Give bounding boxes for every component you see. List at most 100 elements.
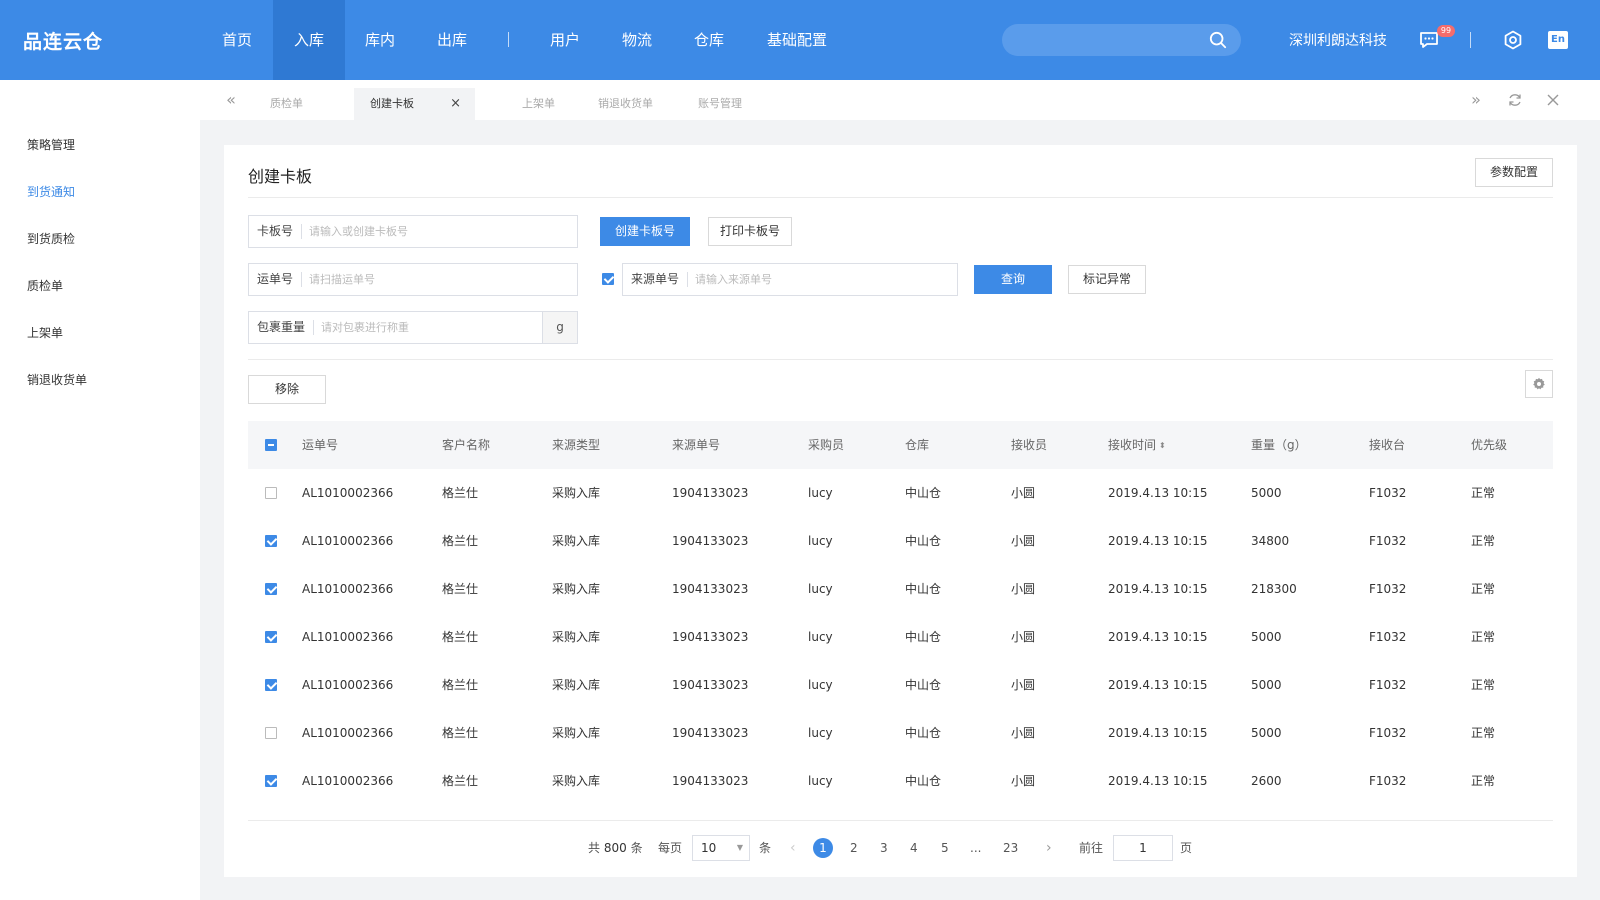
per-page-select[interactable]: 10 ▼	[692, 835, 750, 861]
waybill-field: 运单号	[248, 263, 578, 296]
customer-cell: 格兰仕	[442, 486, 479, 500]
row-checkbox[interactable]	[265, 487, 277, 499]
waybill-cell: AL1010002366	[302, 726, 394, 740]
remove-button[interactable]: 移除	[248, 375, 326, 404]
mark-exception-button[interactable]: 标记异常	[1068, 265, 1146, 294]
tab-create-pallet[interactable]: 创建卡板 ×	[354, 88, 475, 120]
column-settings-button[interactable]	[1525, 370, 1553, 398]
sidebar-item-qc-order[interactable]: 质检单	[27, 277, 63, 294]
tab-close-icon[interactable]: ×	[450, 88, 461, 120]
table-row[interactable]: AL1010002366 格兰仕 采购入库 1904133023 lucy 中山仓 小圆 20…	[248, 757, 1553, 805]
station-cell: F1032	[1369, 726, 1407, 740]
language-toggle-button[interactable]: En	[1548, 31, 1568, 49]
weight-input[interactable]	[321, 312, 531, 343]
table-row[interactable]: AL1010002366 格兰仕 采购入库 1904133023 lucy 中山仓 小圆 20…	[248, 469, 1553, 517]
page-2[interactable]: 2	[850, 835, 858, 861]
tabs-bar: « 质检单 创建卡板 × 上架单 销退收货单 账号管理 »	[200, 80, 1600, 120]
goto-page-input[interactable]: 1	[1113, 835, 1173, 861]
pallet-input[interactable]	[309, 216, 569, 247]
receiver-cell: 小圆	[1011, 630, 1036, 644]
customer-cell: 格兰仕	[442, 774, 479, 788]
source-order-input[interactable]	[695, 264, 950, 295]
page-5[interactable]: 5	[941, 835, 949, 861]
nav-logistics[interactable]: 物流	[609, 0, 665, 80]
station-cell: F1032	[1369, 774, 1407, 788]
page-3[interactable]: 3	[880, 835, 888, 861]
nav-users[interactable]: 用户	[537, 0, 593, 80]
refresh-icon[interactable]	[1507, 92, 1523, 108]
nav-inbound[interactable]: 入库	[273, 0, 345, 80]
station-cell: F1032	[1369, 534, 1407, 548]
source-order-checkbox[interactable]	[602, 273, 614, 285]
print-pallet-button[interactable]: 打印卡板号	[708, 217, 792, 246]
table-row[interactable]: AL1010002366 格兰仕 采购入库 1904133023 lucy 中山仓 小圆 20…	[248, 565, 1553, 613]
sidebar-item-arrival-notice[interactable]: 到货通知	[27, 183, 75, 200]
nav-basic-config[interactable]: 基础配置	[760, 0, 834, 80]
table-row[interactable]: AL1010002366 格兰仕 采购入库 1904133023 lucy 中山仓 小圆 20…	[248, 709, 1553, 757]
tabs-scroll-right-icon[interactable]: »	[1468, 92, 1484, 108]
nav-outbound[interactable]: 出库	[424, 0, 480, 80]
row-checkbox[interactable]	[265, 535, 277, 547]
warehouse-cell: 中山仓	[905, 582, 942, 596]
receive-time-cell: 2019.4.13 10:15	[1108, 582, 1208, 596]
row-checkbox[interactable]	[265, 583, 277, 595]
sidebar-item-strategy[interactable]: 策略管理	[27, 136, 75, 153]
row-checkbox[interactable]	[265, 775, 277, 787]
table-row[interactable]: AL1010002366 格兰仕 采购入库 1904133023 lucy 中山仓 小圆 20…	[248, 517, 1553, 565]
buyer-cell: lucy	[808, 678, 833, 692]
tab-qc-order[interactable]: 质检单	[270, 88, 303, 120]
page-4[interactable]: 4	[910, 835, 918, 861]
column-header-label: 接收时间	[1108, 438, 1157, 452]
tab-putaway[interactable]: 上架单	[522, 88, 555, 120]
warehouse-cell: 中山仓	[905, 726, 942, 740]
page-1[interactable]: 1	[813, 838, 833, 858]
create-pallet-button[interactable]: 创建卡板号	[600, 217, 690, 246]
close-all-icon[interactable]	[1545, 92, 1561, 108]
page-ellipsis[interactable]: ...	[970, 835, 981, 861]
sidebar-item-putaway[interactable]: 上架单	[27, 324, 63, 341]
row-checkbox[interactable]	[265, 679, 277, 691]
tab-account-management[interactable]: 账号管理	[698, 88, 742, 120]
select-all-checkbox[interactable]	[265, 439, 277, 451]
page-23[interactable]: 23	[1003, 835, 1018, 861]
tab-return-receipt[interactable]: 销退收货单	[598, 88, 653, 120]
settings-icon[interactable]	[1502, 29, 1524, 51]
search-icon[interactable]	[1209, 31, 1227, 49]
global-search[interactable]	[1002, 24, 1241, 56]
topbar-divider	[1470, 32, 1471, 48]
total-value: 800	[603, 841, 627, 855]
warehouse-cell: 中山仓	[905, 774, 942, 788]
table-row[interactable]: AL1010002366 格兰仕 采购入库 1904133023 lucy 中山仓 小圆 20…	[248, 613, 1553, 661]
receive-time-cell: 2019.4.13 10:15	[1108, 774, 1208, 788]
next-page-icon[interactable]: ›	[1046, 835, 1052, 861]
nav-home[interactable]: 首页	[209, 0, 265, 80]
company-name[interactable]: 深圳利朗达科技	[1289, 30, 1387, 50]
message-count-badge: 99	[1437, 25, 1455, 37]
app-logo[interactable]: 品连云仓	[23, 27, 103, 54]
tabs-scroll-left-icon[interactable]: «	[223, 92, 239, 108]
weight-cell: 34800	[1251, 534, 1290, 548]
nav-in-warehouse[interactable]: 库内	[352, 0, 408, 80]
param-config-button[interactable]: 参数配置	[1475, 158, 1553, 187]
waybill-input[interactable]	[309, 264, 569, 295]
nav-divider	[508, 32, 509, 47]
prev-page-icon[interactable]: ‹	[790, 835, 796, 861]
query-button[interactable]: 查询	[974, 265, 1052, 294]
warehouse-cell: 中山仓	[905, 630, 942, 644]
row-checkbox[interactable]	[265, 631, 277, 643]
filter-divider	[248, 359, 1553, 360]
sidebar-item-return-receipt[interactable]: 销退收货单	[27, 371, 87, 388]
source-type-cell: 采购入库	[552, 534, 601, 548]
search-input[interactable]	[1016, 24, 1196, 56]
row-checkbox[interactable]	[265, 727, 277, 739]
sidebar-item-arrival-qc[interactable]: 到货质检	[27, 230, 75, 247]
per-page-label: 每页	[658, 841, 683, 855]
table-row[interactable]: AL1010002366 格兰仕 采购入库 1904133023 lucy 中山仓 小圆 20…	[248, 661, 1553, 709]
weight-cell: 5000	[1251, 678, 1282, 692]
nav-warehouse[interactable]: 仓库	[681, 0, 737, 80]
column-header-receive-time[interactable]: 接收时间 ⬍	[1108, 421, 1166, 470]
receiver-cell: 小圆	[1011, 486, 1036, 500]
source-order-cell: 1904133023	[672, 534, 749, 548]
sort-icon[interactable]: ⬍	[1159, 422, 1166, 470]
column-header: 仓库	[905, 438, 930, 452]
